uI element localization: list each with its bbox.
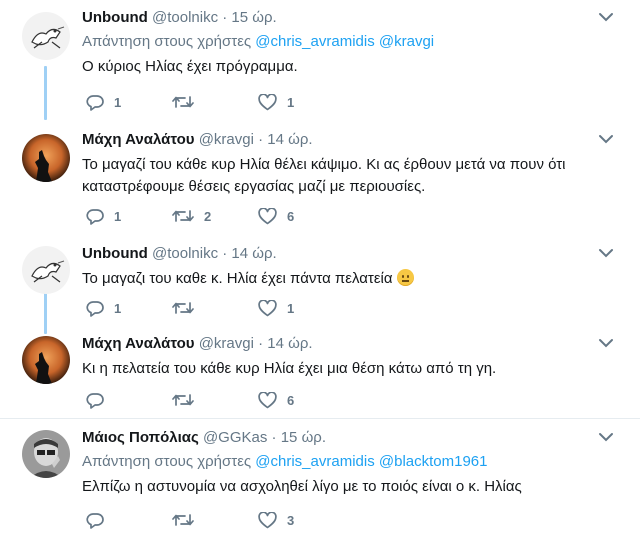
like-count: 6 <box>287 392 295 408</box>
like-button[interactable]: 6 <box>258 391 344 409</box>
chevron-down-icon[interactable] <box>598 10 614 22</box>
separator-dot: · <box>258 335 264 352</box>
retweet-button[interactable] <box>172 392 258 408</box>
like-button[interactable]: 1 <box>258 299 344 317</box>
retweet-button[interactable] <box>172 512 258 528</box>
chevron-down-icon[interactable] <box>598 336 614 348</box>
chevron-down-icon[interactable] <box>598 246 614 258</box>
like-icon <box>258 511 277 528</box>
retweet-icon <box>172 96 194 108</box>
tweet-actions: 1 2 6 <box>86 206 344 226</box>
avatar[interactable] <box>22 246 70 294</box>
like-count: 1 <box>287 300 295 316</box>
reply-button[interactable]: 1 <box>86 94 172 111</box>
avatar[interactable] <box>22 12 70 60</box>
reply-button[interactable]: 1 <box>86 300 172 317</box>
reply-icon <box>86 392 104 409</box>
reply-count: 1 <box>114 300 122 316</box>
tweet-actions: 6 <box>86 390 344 410</box>
tweet[interactable]: Unbound @toolnikc · 15 ώρ. Απάντηση στου… <box>0 0 640 120</box>
author-name[interactable]: Μάιος Ποπόλιας <box>82 429 199 446</box>
like-count: 3 <box>287 512 295 528</box>
like-button[interactable]: 6 <box>258 207 344 225</box>
retweet-icon <box>172 394 194 406</box>
author-name[interactable]: Μάχη Αναλάτου <box>82 335 195 352</box>
retweet-icon <box>172 302 194 314</box>
tweet-text: Ο κύριος Ηλίας έχει πρόγραμμα. <box>82 58 298 75</box>
tweet-actions: 3 <box>86 510 344 530</box>
separator-dot: · <box>222 245 228 262</box>
tweet[interactable]: Μάχη Αναλάτου @kravgi · 14 ώρ. Το μαγαζί… <box>0 122 640 232</box>
tweet-actions: 1 1 <box>86 92 344 112</box>
replying-to: Απάντηση στους χρήστες @chris_avramidis … <box>82 32 600 52</box>
author-handle[interactable]: @kravgi <box>199 131 254 148</box>
avatar[interactable] <box>22 336 70 384</box>
mention-link[interactable]: @chris_avramidis <box>255 33 374 50</box>
divider <box>0 418 640 419</box>
timestamp[interactable]: 15 ώρ. <box>231 9 276 26</box>
tweet-text-row: Το μαγαζι του καθε κ. Ηλία έχει πάντα πε… <box>82 268 600 290</box>
tweet-text: Κι η πελατεία του κάθε κυρ Ηλία έχει μια… <box>82 360 497 377</box>
tweet-actions: 1 1 <box>86 298 344 318</box>
neutral-face-icon <box>396 269 414 286</box>
mention-link[interactable]: @kravgi <box>379 33 434 50</box>
like-icon <box>258 299 277 316</box>
timestamp[interactable]: 14 ώρ. <box>267 131 312 148</box>
author-handle[interactable]: @kravgi <box>199 335 254 352</box>
tweet-text: Το μαγαζί του κάθε κυρ Ηλία θέλει κάψιμο… <box>82 156 566 195</box>
reply-icon <box>86 94 104 111</box>
timestamp[interactable]: 14 ώρ. <box>231 245 276 262</box>
chevron-down-icon[interactable] <box>598 132 614 144</box>
retweet-button[interactable] <box>172 94 258 110</box>
reply-icon <box>86 512 104 529</box>
retweet-icon <box>172 210 194 222</box>
timestamp[interactable]: 15 ώρ. <box>281 429 326 446</box>
retweet-button[interactable] <box>172 300 258 316</box>
chevron-down-icon[interactable] <box>598 430 614 442</box>
tweet[interactable]: Μάιος Ποπόλιας @GGKas · 15 ώρ. Απάντηση … <box>0 420 640 539</box>
tweet-text: Το μαγαζι του καθε κ. Ηλία έχει πάντα πε… <box>82 270 393 287</box>
like-icon <box>258 207 277 224</box>
avatar[interactable] <box>22 430 70 478</box>
author-name[interactable]: Unbound <box>82 9 148 26</box>
reply-icon <box>86 300 104 317</box>
mention-link[interactable]: @blacktom1961 <box>379 453 488 470</box>
replying-to-label: Απάντηση στους χρήστες <box>82 33 252 50</box>
separator-dot: · <box>258 131 264 148</box>
mention-link[interactable]: @chris_avramidis <box>255 453 374 470</box>
reply-button[interactable] <box>86 512 172 529</box>
reply-count: 1 <box>114 208 122 224</box>
reply-button[interactable]: 1 <box>86 208 172 225</box>
author-handle[interactable]: @GGKas <box>203 429 267 446</box>
like-count: 6 <box>287 208 295 224</box>
like-icon <box>258 391 277 408</box>
like-icon <box>258 93 277 110</box>
author-name[interactable]: Unbound <box>82 245 148 262</box>
conversation-thread: Unbound @toolnikc · 15 ώρ. Απάντηση στου… <box>0 0 640 539</box>
separator-dot: · <box>271 429 277 446</box>
retweet-icon <box>172 514 194 526</box>
reply-icon <box>86 208 104 225</box>
like-count: 1 <box>287 94 295 110</box>
author-handle[interactable]: @toolnikc <box>152 245 218 262</box>
separator-dot: · <box>222 9 228 26</box>
replying-to: Απάντηση στους χρήστες @chris_avramidis … <box>82 452 600 472</box>
retweet-button[interactable]: 2 <box>172 208 258 224</box>
retweet-count: 2 <box>204 208 212 224</box>
reply-button[interactable] <box>86 392 172 409</box>
avatar[interactable] <box>22 134 70 182</box>
like-button[interactable]: 3 <box>258 511 344 529</box>
timestamp[interactable]: 14 ώρ. <box>267 335 312 352</box>
tweet-text: Ελπίζω η αστυνομία να ασχοληθεί λίγο με … <box>82 478 522 495</box>
tweet[interactable]: Unbound @toolnikc · 14 ώρ. Το μαγαζι του… <box>0 236 640 326</box>
tweet[interactable]: Μάχη Αναλάτου @kravgi · 14 ώρ. Κι η πελα… <box>0 326 640 416</box>
reply-count: 1 <box>114 94 122 110</box>
like-button[interactable]: 1 <box>258 93 344 111</box>
replying-to-label: Απάντηση στους χρήστες <box>82 453 252 470</box>
author-name[interactable]: Μάχη Αναλάτου <box>82 131 195 148</box>
author-handle[interactable]: @toolnikc <box>152 9 218 26</box>
